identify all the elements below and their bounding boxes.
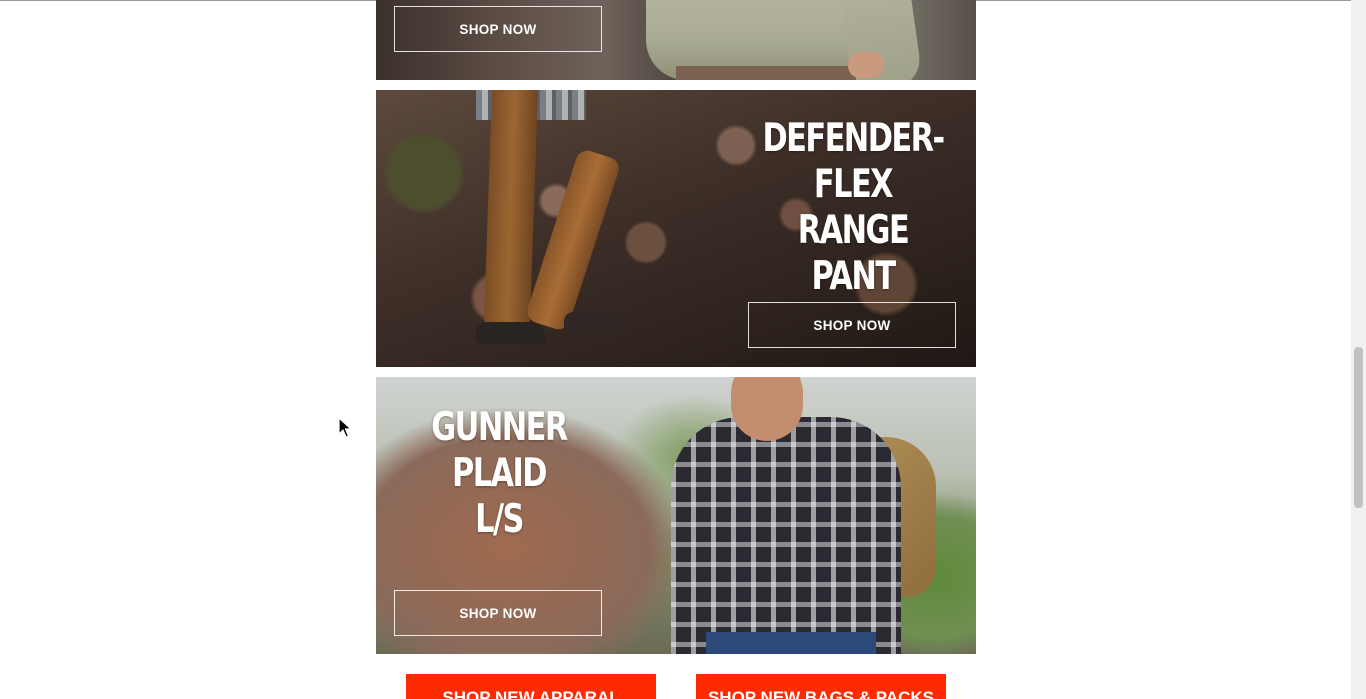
scrollbar-thumb[interactable]: [1354, 347, 1363, 508]
banner-photo-plaid-shirt: [671, 417, 901, 654]
mouse-pointer-icon: [338, 417, 352, 438]
banner-photo-hand: [848, 52, 884, 78]
banner-photo-leg: [483, 90, 539, 331]
shop-now-button[interactable]: SHOP NOW: [748, 302, 956, 348]
banner-gunner-plaid-ls[interactable]: GUNNER PLAID L/S SHOP NOW: [376, 377, 976, 654]
vertical-scrollbar[interactable]: [1351, 0, 1366, 699]
page-viewport: SHOP NOW DEFENDER-FLEX RANGE PANT SHOP N…: [0, 0, 1366, 699]
banner-defender-flex-range-pant[interactable]: DEFENDER-FLEX RANGE PANT SHOP NOW: [376, 90, 976, 367]
banner-title: GUNNER PLAID L/S: [431, 405, 568, 542]
shop-new-bags-packs-button[interactable]: SHOP NEW BAGS & PACKS: [696, 674, 946, 699]
banner-photo-jeans: [706, 632, 876, 654]
shop-now-button[interactable]: SHOP NOW: [394, 590, 602, 636]
banner-photo-boot: [564, 312, 622, 332]
shop-new-apparel-button[interactable]: SHOP NEW APPARAL: [406, 674, 656, 699]
banner-title: DEFENDER-FLEX RANGE PANT: [762, 116, 945, 299]
shop-now-button[interactable]: SHOP NOW: [394, 6, 602, 52]
banner-photo-leg: [524, 147, 622, 333]
banner-photo-pants: [676, 66, 856, 80]
banner-photo-boot: [476, 322, 546, 344]
banner-sweater[interactable]: SHOP NOW: [376, 0, 976, 80]
